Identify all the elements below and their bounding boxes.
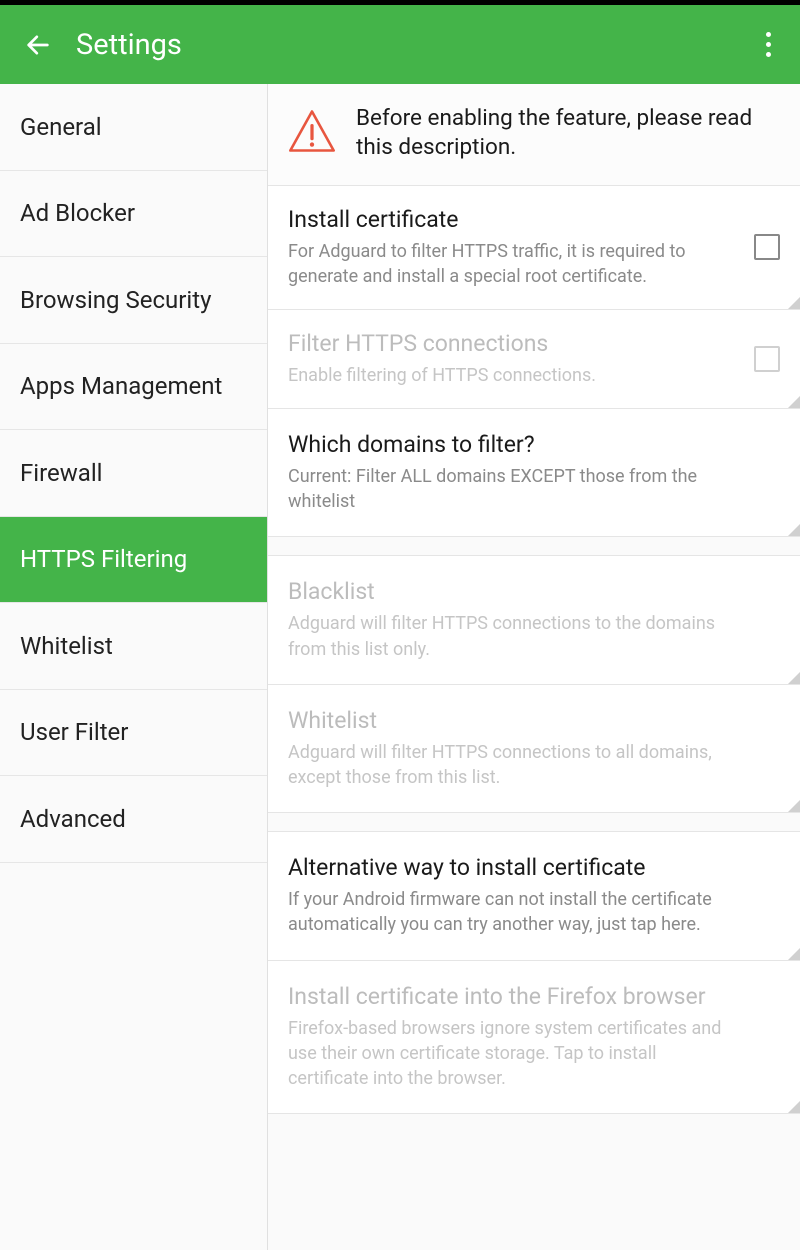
app-bar: Settings: [0, 5, 800, 84]
setting-which-domains[interactable]: Which domains to filter? Current: Filter…: [268, 408, 800, 537]
sidebar-item-ad-blocker[interactable]: Ad Blocker: [0, 171, 267, 258]
setting-description: Adguard will filter HTTPS connections to…: [288, 611, 738, 661]
setting-title: Blacklist: [288, 578, 738, 605]
back-arrow-icon: [24, 31, 52, 59]
setting-whitelist[interactable]: Whitelist Adguard will filter HTTPS conn…: [268, 684, 800, 813]
setting-title: Alternative way to install certificate: [288, 854, 738, 881]
setting-title: Install certificate into the Firefox bro…: [288, 983, 738, 1010]
setting-install-firefox[interactable]: Install certificate into the Firefox bro…: [268, 960, 800, 1115]
corner-indicator-icon: [788, 948, 800, 960]
setting-install-certificate[interactable]: Install certificate For Adguard to filte…: [268, 185, 800, 309]
page-title: Settings: [76, 28, 756, 62]
warning-text: Before enabling the feature, please read…: [356, 104, 782, 163]
sidebar-item-advanced[interactable]: Advanced: [0, 776, 267, 863]
corner-indicator-icon: [788, 524, 800, 536]
sidebar-item-label: Browsing Security: [20, 286, 211, 314]
settings-sidebar: General Ad Blocker Browsing Security App…: [0, 84, 268, 1250]
setting-description: Firefox-based browsers ignore system cer…: [288, 1016, 738, 1092]
sidebar-item-https-filtering[interactable]: HTTPS Filtering: [0, 517, 267, 604]
sidebar-item-user-filter[interactable]: User Filter: [0, 690, 267, 777]
setting-title: Filter HTTPS connections: [288, 330, 738, 357]
dot-icon: [766, 32, 771, 37]
sidebar-item-label: Whitelist: [20, 632, 113, 660]
sidebar-item-label: General: [20, 113, 102, 141]
corner-indicator-icon: [788, 1101, 800, 1113]
sidebar-item-label: User Filter: [20, 718, 128, 746]
corner-indicator-icon: [788, 800, 800, 812]
setting-description: Adguard will filter HTTPS connections to…: [288, 740, 738, 790]
dot-icon: [766, 52, 771, 57]
setting-title: Which domains to filter?: [288, 431, 738, 458]
sidebar-item-browsing-security[interactable]: Browsing Security: [0, 257, 267, 344]
sidebar-item-whitelist[interactable]: Whitelist: [0, 603, 267, 690]
back-button[interactable]: [24, 31, 52, 59]
warning-icon: [286, 105, 338, 161]
dot-icon: [766, 42, 771, 47]
setting-description: Current: Filter ALL domains EXCEPT those…: [288, 464, 738, 514]
setting-alternative-install[interactable]: Alternative way to install certificate I…: [268, 831, 800, 959]
setting-description: For Adguard to filter HTTPS traffic, it …: [288, 239, 738, 289]
checkbox[interactable]: [754, 234, 780, 260]
warning-banner[interactable]: Before enabling the feature, please read…: [268, 84, 800, 185]
overflow-menu-button[interactable]: [756, 27, 780, 63]
corner-indicator-icon: [788, 297, 800, 309]
sidebar-item-general[interactable]: General: [0, 84, 267, 171]
sidebar-item-apps-management[interactable]: Apps Management: [0, 344, 267, 431]
setting-title: Install certificate: [288, 206, 738, 233]
sidebar-item-label: Firewall: [20, 459, 103, 487]
corner-indicator-icon: [788, 396, 800, 408]
corner-indicator-icon: [788, 672, 800, 684]
setting-description: If your Android firmware can not install…: [288, 887, 738, 937]
sidebar-item-label: HTTPS Filtering: [20, 545, 187, 573]
setting-blacklist[interactable]: Blacklist Adguard will filter HTTPS conn…: [268, 555, 800, 683]
sidebar-item-label: Advanced: [20, 805, 126, 833]
setting-description: Enable filtering of HTTPS connections.: [288, 363, 738, 388]
main-panel: Before enabling the feature, please read…: [268, 84, 800, 1250]
checkbox[interactable]: [754, 346, 780, 372]
setting-title: Whitelist: [288, 707, 738, 734]
sidebar-item-label: Apps Management: [20, 372, 222, 400]
sidebar-item-firewall[interactable]: Firewall: [0, 430, 267, 517]
content-area: General Ad Blocker Browsing Security App…: [0, 84, 800, 1250]
setting-filter-https-connections[interactable]: Filter HTTPS connections Enable filterin…: [268, 309, 800, 408]
sidebar-item-label: Ad Blocker: [20, 199, 135, 227]
